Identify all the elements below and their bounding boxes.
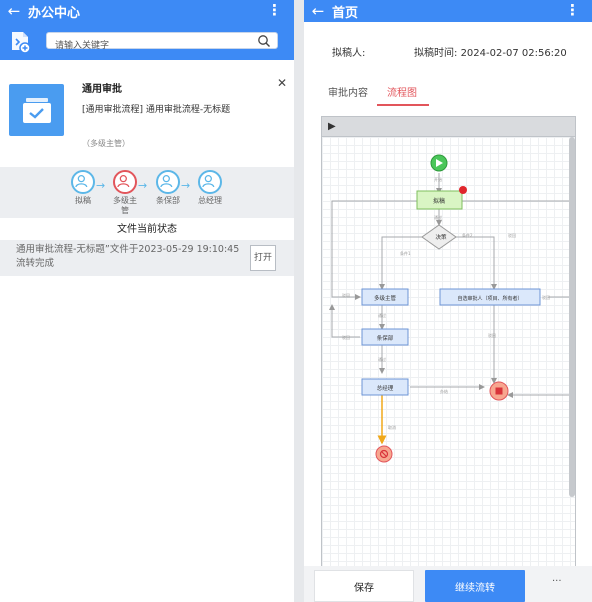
more-button[interactable]: ··· xyxy=(552,576,562,587)
svg-text:驳回: 驳回 xyxy=(542,294,550,300)
flowchart-canvas[interactable]: ▶ 拟稿 决策 多级主管 自选审批人（项目、所有者） 条保部 总经理 开始 通过… xyxy=(321,116,576,576)
kebab-menu-icon[interactable]: ⋮ xyxy=(565,0,580,20)
open-button[interactable]: 打开 xyxy=(250,245,276,271)
app-bar: ← 首页 ⋮ xyxy=(304,0,592,22)
flow-step-current: 多级主管 xyxy=(105,170,145,216)
flow-step: 总经理 xyxy=(190,170,230,206)
arrow-right-icon: → xyxy=(181,179,191,192)
svg-text:驳回: 驳回 xyxy=(342,334,350,340)
arrow-right-icon: → xyxy=(138,179,148,192)
flow-detail-screen: ← 首页 ⋮ 拟稿人: 拟稿时间: 2024-02-07 02:56:20 审批… xyxy=(304,0,592,602)
magnifier-icon[interactable] xyxy=(257,34,271,48)
back-icon[interactable]: ← xyxy=(0,0,28,22)
current-marker xyxy=(459,186,467,194)
svg-text:驳回: 驳回 xyxy=(342,292,350,298)
svg-text:通过: 通过 xyxy=(434,214,442,220)
card-subtitle: [通用审批流程] 通用审批流程-无标题 xyxy=(82,105,231,115)
user-icon xyxy=(71,170,95,194)
close-icon[interactable]: ✕ xyxy=(277,76,287,90)
svg-text:驳回: 驳回 xyxy=(508,232,516,238)
save-button[interactable]: 保存 xyxy=(314,570,414,602)
bottom-action-bar: 保存 继续流转 ··· xyxy=(304,566,592,602)
user-icon xyxy=(198,170,222,194)
stop-icon xyxy=(495,387,503,395)
svg-text:通过: 通过 xyxy=(378,312,386,318)
continue-flow-button[interactable]: 继续流转 xyxy=(425,570,525,602)
flow-diagram: 拟稿 决策 多级主管 自选审批人（项目、所有者） 条保部 总经理 开始 通过 条… xyxy=(329,154,575,463)
card-tag: （多级主管） xyxy=(82,139,130,148)
drafter-label: 拟稿人: xyxy=(332,48,366,59)
state-row: 通用审批流程-无标题”文件于2023-05-29 19:10:45流转完成 打开 xyxy=(0,240,294,276)
search-bar xyxy=(0,22,294,60)
flow-step-label: 条保部 xyxy=(156,196,180,205)
node-gm-label: 总经理 xyxy=(377,384,394,392)
card-title: 通用审批 xyxy=(82,84,122,95)
svg-text:取消: 取消 xyxy=(388,424,396,430)
svg-text:条件2: 条件2 xyxy=(462,232,473,238)
svg-text:办结: 办结 xyxy=(440,388,448,394)
office-center-screen: ← 办公中心 ⋮ 通用审批 [通用审批流程] 通 xyxy=(0,0,294,602)
user-icon xyxy=(113,170,137,194)
back-icon[interactable]: ← xyxy=(304,0,332,22)
draft-time: 拟稿时间: 2024-02-07 02:56:20 xyxy=(414,44,567,59)
node-self-label: 自选审批人（项目、所有者） xyxy=(457,295,522,302)
tab-flowchart[interactable]: 流程图 xyxy=(387,84,417,99)
svg-text:通过: 通过 xyxy=(378,356,386,362)
svg-text:驳回: 驳回 xyxy=(488,332,496,338)
flow-step-label: 总经理 xyxy=(198,196,222,205)
node-multi-label: 多级主管 xyxy=(374,294,397,302)
node-decision-label: 决策 xyxy=(435,233,447,241)
screen-divider xyxy=(294,0,304,602)
state-text: 通用审批流程-无标题”文件于2023-05-29 19:10:45流转完成 xyxy=(16,244,240,269)
user-icon xyxy=(156,170,180,194)
arrow-right-icon: → xyxy=(96,179,106,192)
state-header: 文件当前状态 xyxy=(117,224,177,235)
draft-time-label: 拟稿时间: xyxy=(414,48,458,59)
node-baobu-label: 条保部 xyxy=(377,334,394,342)
tab-bar: 审批内容 流程图 xyxy=(304,84,592,108)
search-box xyxy=(46,32,278,54)
flow-step-label: 多级主管 xyxy=(113,196,137,215)
draft-time-value: 2024-02-07 02:56:20 xyxy=(460,48,567,59)
vertical-scrollbar[interactable] xyxy=(569,137,575,497)
page-title: 办公中心 xyxy=(28,5,81,21)
app-bar: ← 办公中心 ⋮ xyxy=(0,0,294,22)
document-add-icon[interactable] xyxy=(10,30,32,54)
search-input[interactable] xyxy=(47,38,247,54)
kebab-menu-icon[interactable]: ⋮ xyxy=(267,0,282,20)
node-draft-label: 拟稿 xyxy=(433,197,445,205)
tab-approval-content[interactable]: 审批内容 xyxy=(328,84,368,99)
page-title: 首页 xyxy=(332,5,359,21)
svg-text:开始: 开始 xyxy=(434,176,442,182)
inbox-check-icon xyxy=(9,84,64,136)
svg-text:条件1: 条件1 xyxy=(400,250,411,256)
active-tab-indicator xyxy=(377,104,429,106)
flow-step-label: 拟稿 xyxy=(75,196,91,205)
flow-progress: 拟稿 → 多级主管 → 条保部 → 总经理 xyxy=(0,167,294,218)
